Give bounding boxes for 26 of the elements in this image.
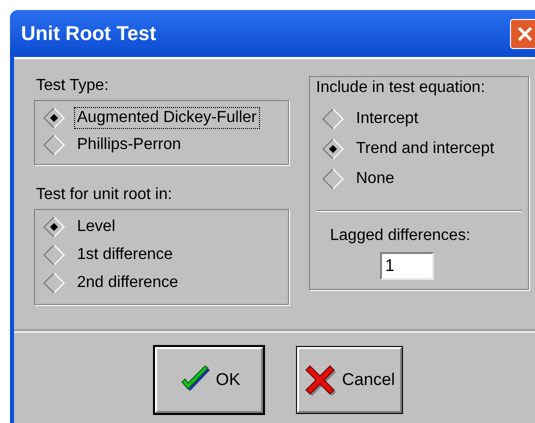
radio-label: None <box>355 169 396 189</box>
group-label: Include in test equation: <box>316 78 486 98</box>
field-label: Lagged differences: <box>330 226 472 246</box>
radio-button[interactable] <box>43 107 65 129</box>
window-title: Unit Root Test <box>21 22 156 46</box>
radio-label: Trend and intercept <box>355 139 496 159</box>
ok-button[interactable]: OK <box>155 347 263 413</box>
cancel-button[interactable]: Cancel <box>297 347 402 413</box>
radio-label: Augmented Dickey-Fuller <box>75 108 259 128</box>
radio-button[interactable] <box>43 216 65 238</box>
group-label: Test Type: <box>36 76 110 96</box>
radio-button[interactable] <box>322 168 344 190</box>
radio-label: 2nd difference <box>76 273 180 293</box>
radio-button[interactable] <box>322 108 344 130</box>
close-button[interactable] <box>510 18 535 48</box>
radio-label: Intercept <box>355 109 420 129</box>
radio-label: Level <box>76 217 116 237</box>
radio-button[interactable] <box>43 134 65 156</box>
radio-button[interactable] <box>43 272 65 294</box>
radio-label: 1st difference <box>76 245 174 265</box>
radio-button[interactable] <box>43 244 65 266</box>
radio-label: Phillips-Perron <box>76 135 182 155</box>
radio-button[interactable] <box>322 138 344 160</box>
close-icon <box>516 24 534 42</box>
group-label: Test for unit root in: <box>36 185 174 205</box>
lagged-differences-field[interactable]: 1 <box>380 252 434 280</box>
